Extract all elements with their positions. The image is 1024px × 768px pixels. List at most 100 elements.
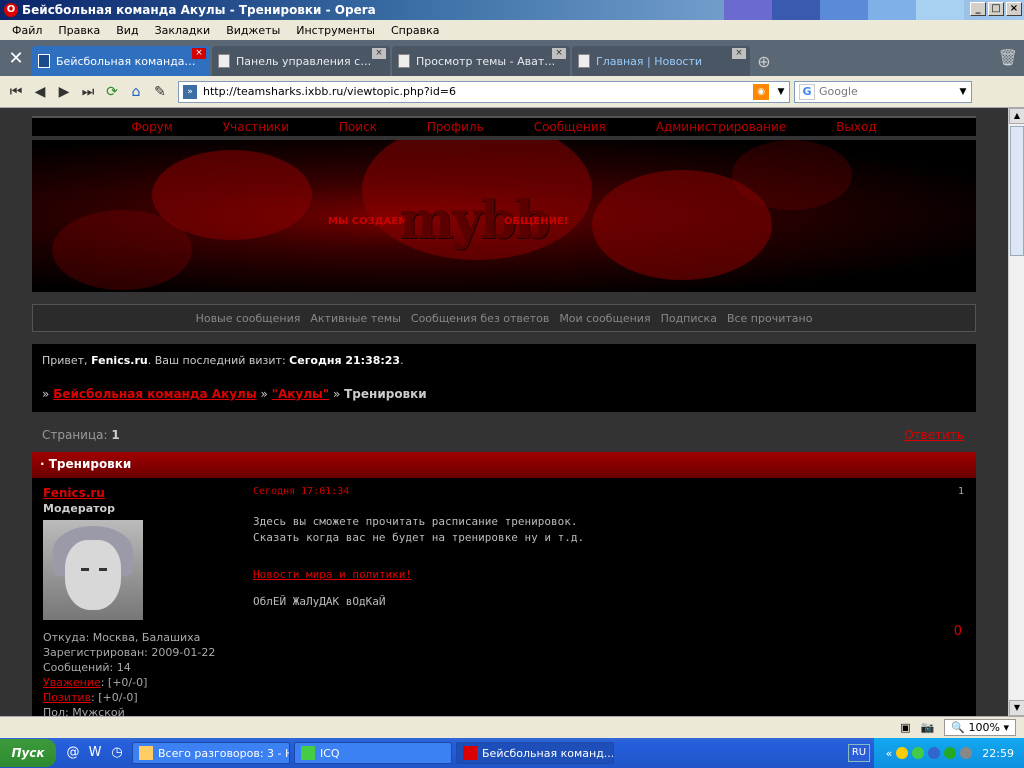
home-icon[interactable]: ⌂ xyxy=(124,80,148,104)
vertical-scrollbar[interactable]: ▲ ▼ xyxy=(1008,108,1024,716)
search-field[interactable]: G Google ▼ xyxy=(794,80,972,103)
zoom-control[interactable]: 🔍 100% ▾ xyxy=(944,719,1016,736)
positive-link[interactable]: Позитив xyxy=(43,691,91,704)
nav-forum[interactable]: Форум xyxy=(106,118,197,136)
back-icon[interactable]: ◀ xyxy=(28,80,52,104)
tab-control-panel[interactable]: Панель управления сайтом × xyxy=(212,46,390,76)
page-label: Страница: xyxy=(42,428,112,442)
trash-icon[interactable]: 🗑 xyxy=(998,48,1018,67)
title-bar: O Бейсбольная команда Акулы - Тренировки… xyxy=(0,0,1024,20)
post-rating: 0 xyxy=(953,624,962,639)
nav-profile[interactable]: Профиль xyxy=(402,118,509,136)
scroll-thumb[interactable] xyxy=(1010,126,1024,256)
subnav-active-topics[interactable]: Активные темы xyxy=(305,312,406,325)
rss-icon[interactable]: ◉ xyxy=(753,83,769,100)
forward-icon[interactable]: ▶ xyxy=(52,80,76,104)
post-body-line: Здесь вы сможете прочитать расписание тр… xyxy=(253,515,578,528)
menu-file[interactable]: Файл xyxy=(4,24,50,37)
post-author[interactable]: Fenics.ru xyxy=(43,486,105,500)
clock-quicklaunch-icon[interactable]: ◷ xyxy=(106,743,128,763)
tools-icon[interactable]: ✕ xyxy=(0,40,32,76)
zoom-level: 100% xyxy=(968,721,1000,734)
signature-text: ОблЕЙ ЖаЛуДАК вОдКаЙ xyxy=(253,595,386,608)
opera-quicklaunch-icon[interactable]: @ xyxy=(62,743,84,763)
menu-help[interactable]: Справка xyxy=(383,24,447,37)
subnav-unanswered[interactable]: Сообщения без ответов xyxy=(406,312,554,325)
tray-icon[interactable] xyxy=(960,747,973,759)
clock: 22:59 xyxy=(982,746,1014,760)
taskbar-item-chat[interactable]: Всего разговоров: 3 - Н... xyxy=(132,742,290,764)
address-field[interactable]: » http://teamsharks.ixbb.ru/viewtopic.ph… xyxy=(178,80,790,103)
reload-icon[interactable]: ⟳ xyxy=(100,80,124,104)
tab-close-icon[interactable]: × xyxy=(192,48,206,59)
subnav-new-posts[interactable]: Новые сообщения xyxy=(191,312,306,325)
subnav-subscription[interactable]: Подписка xyxy=(656,312,722,325)
tray-icon[interactable] xyxy=(896,747,909,759)
word-quicklaunch-icon[interactable]: W xyxy=(84,743,106,763)
tab-avatars[interactable]: Просмотр темы - Аватары × xyxy=(392,46,570,76)
tab-label: Панель управления сайтом xyxy=(236,54,376,68)
scroll-up-icon[interactable]: ▲ xyxy=(1009,108,1024,124)
username: Fenics.ru xyxy=(91,354,148,367)
menu-tools[interactable]: Инструменты xyxy=(288,24,383,37)
nav-logout[interactable]: Выход xyxy=(811,118,901,136)
maximize-button[interactable]: □ xyxy=(988,2,1004,16)
page-icon xyxy=(218,54,230,68)
camera-icon[interactable]: 📷 xyxy=(921,721,935,734)
tab-close-icon[interactable]: × xyxy=(732,48,746,59)
taskbar-item-opera[interactable]: Бейсбольная команд... xyxy=(456,742,614,764)
author-post-count: Сообщений: 14 xyxy=(43,661,131,674)
taskbar-item-label: Всего разговоров: 3 - Н... xyxy=(158,746,290,760)
status-bar: ▣ 📷 🔍 100% ▾ xyxy=(0,716,1024,738)
tray-expand-icon[interactable]: « xyxy=(886,747,893,760)
url-text[interactable]: http://teamsharks.ixbb.ru/viewtopic.php?… xyxy=(203,85,753,98)
tray-icon[interactable] xyxy=(928,747,941,759)
respect-link[interactable]: Уважение xyxy=(43,676,101,689)
forum-nav: Форум Участники Поиск Профиль Сообщения … xyxy=(32,116,976,136)
tab-bar: ✕ Бейсбольная команда Акулы - Тренировки… xyxy=(0,40,1024,76)
nav-members[interactable]: Участники xyxy=(198,118,314,136)
tray-icon[interactable] xyxy=(912,747,925,759)
tab-news[interactable]: Главная | Новости × xyxy=(572,46,750,76)
breadcrumb-current: Тренировки xyxy=(344,387,427,401)
close-button[interactable]: × xyxy=(1006,2,1022,16)
subnav-mark-read[interactable]: Все прочитано xyxy=(722,312,817,325)
page-viewport: Форум Участники Поиск Профиль Сообщения … xyxy=(0,108,1008,716)
reply-link[interactable]: Ответить xyxy=(904,428,964,442)
menu-widgets[interactable]: Виджеты xyxy=(218,24,288,37)
scroll-down-icon[interactable]: ▼ xyxy=(1009,700,1024,716)
breadcrumb-sep: » xyxy=(332,387,341,401)
new-tab-icon[interactable]: ⊕ xyxy=(752,46,776,76)
tray-icon[interactable] xyxy=(944,747,957,759)
menu-bookmarks[interactable]: Закладки xyxy=(147,24,219,37)
breadcrumb-forum[interactable]: Бейсбольная команда Акулы xyxy=(53,387,257,401)
breadcrumb-category[interactable]: "Акулы" xyxy=(272,387,329,401)
nav-search[interactable]: Поиск xyxy=(314,118,402,136)
subnav-my-posts[interactable]: Мои сообщения xyxy=(554,312,655,325)
search-dropdown-icon[interactable]: ▼ xyxy=(955,82,971,102)
tab-sharks-training[interactable]: Бейсбольная команда Акулы - Тренировки × xyxy=(32,46,210,76)
tab-close-icon[interactable]: × xyxy=(372,48,386,59)
language-indicator[interactable]: RU xyxy=(848,744,870,762)
post-time[interactable]: Сегодня 17:01:34 xyxy=(253,486,349,497)
icq-icon xyxy=(301,746,315,760)
menu-view[interactable]: Вид xyxy=(108,24,146,37)
nav-admin[interactable]: Администрирование xyxy=(631,118,811,136)
page-icon xyxy=(38,54,50,68)
rewind-icon[interactable]: ⏮ xyxy=(4,80,28,104)
signature-link[interactable]: Новости мира и политики! xyxy=(253,568,412,581)
nav-messages[interactable]: Сообщения xyxy=(509,118,631,136)
chevron-down-icon[interactable]: ▼ xyxy=(773,82,789,102)
positive-value: : [+0/-0] xyxy=(91,691,138,704)
menu-edit[interactable]: Правка xyxy=(50,24,108,37)
panel-icon[interactable]: ▣ xyxy=(900,721,910,734)
author-gender: Пол: Мужской xyxy=(43,706,125,716)
minimize-button[interactable]: _ xyxy=(970,2,986,16)
forum-subnav: Новые сообщения Активные темы Сообщения … xyxy=(32,304,976,332)
edit-icon[interactable]: ✎ xyxy=(148,80,172,104)
taskbar-item-icq[interactable]: ICQ xyxy=(294,742,452,764)
page-icon xyxy=(398,54,410,68)
tab-close-icon[interactable]: × xyxy=(552,48,566,59)
fast-forward-icon[interactable]: ⏭ xyxy=(76,80,100,104)
start-button[interactable]: Пуск xyxy=(0,739,56,767)
